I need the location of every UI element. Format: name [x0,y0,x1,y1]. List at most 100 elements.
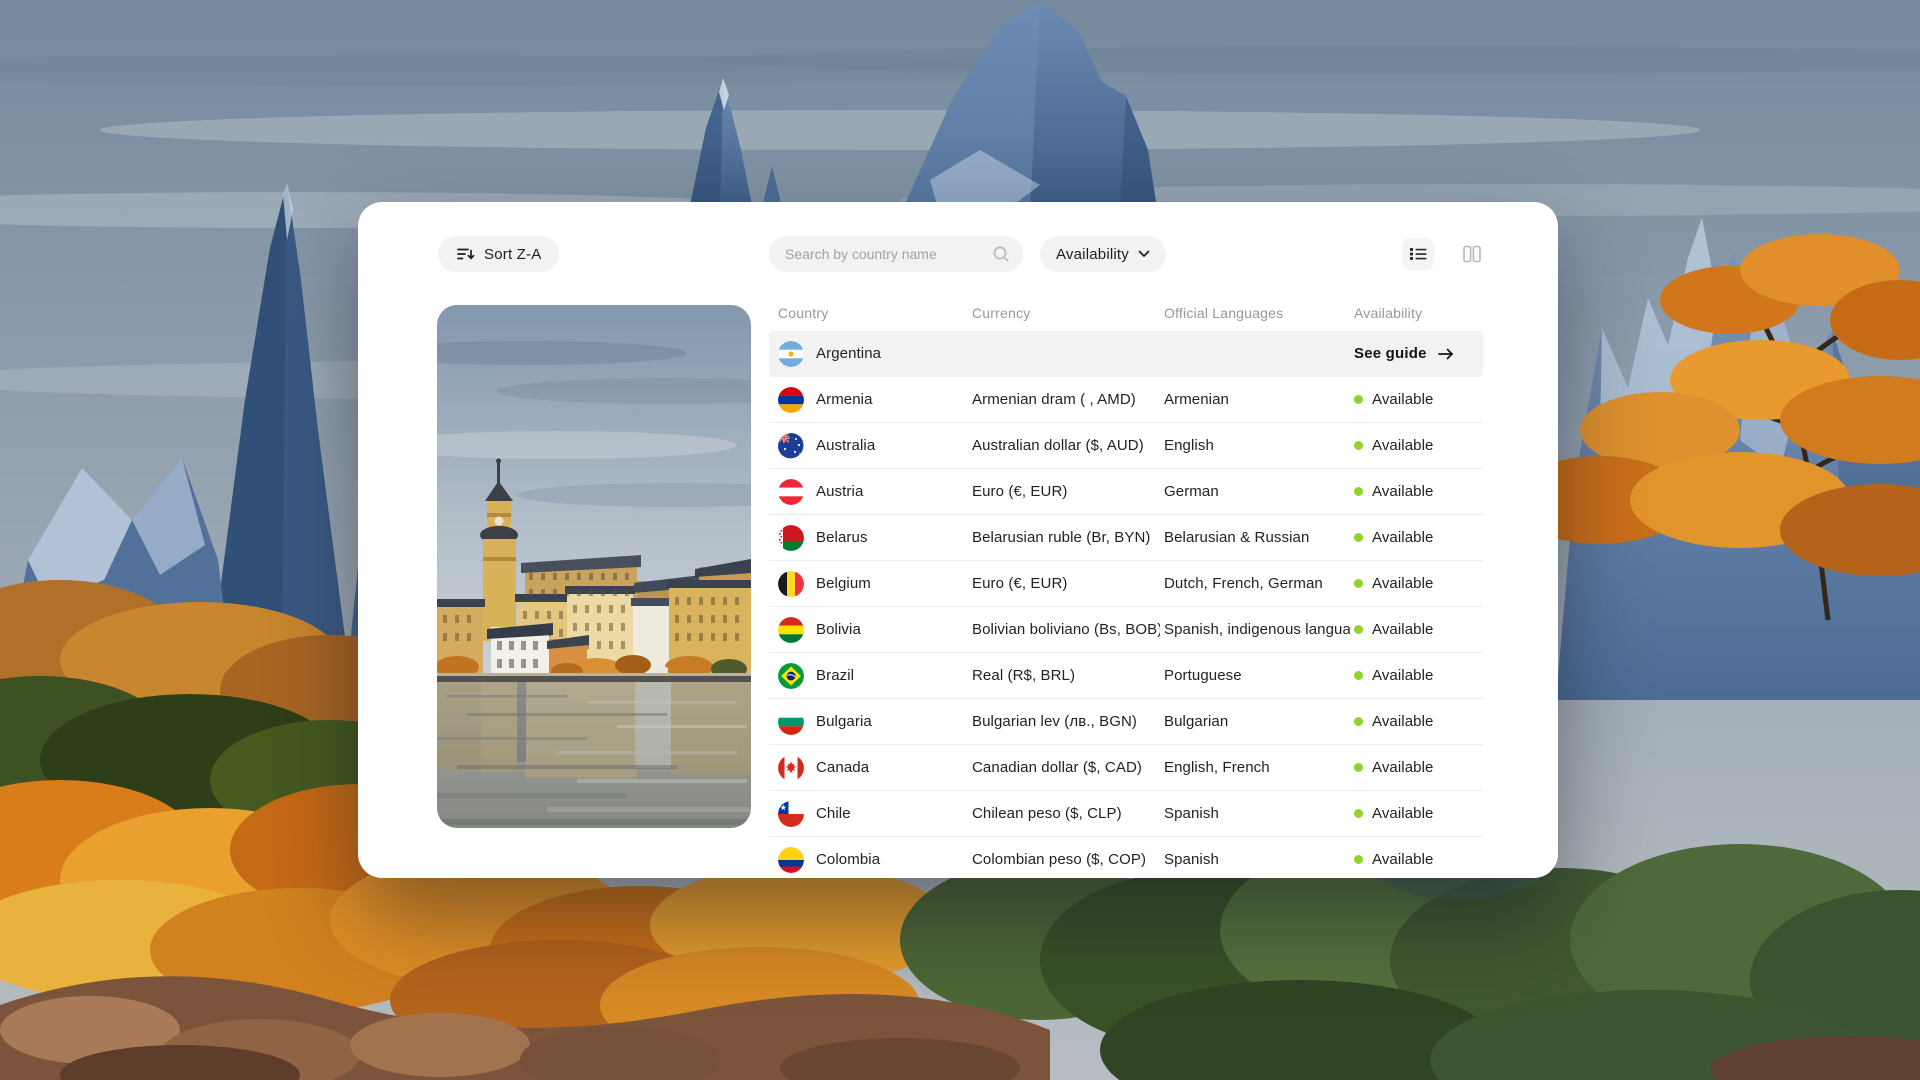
currency-cell: Real (R$, BRL) [972,667,1160,684]
flag-chile-icon [778,801,804,827]
country-name: Austria [816,483,863,500]
country-guide-card: Sort Z-A Availability [358,202,1558,878]
sort-button-label: Sort Z-A [484,246,541,263]
table-row-colombia[interactable]: ColombiaColombian peso ($, COP)SpanishAv… [769,837,1483,878]
availability-cell: Available [1354,759,1483,776]
columns-view-icon [1462,245,1482,263]
see-guide-link[interactable]: See guide [1354,345,1455,362]
status-dot-icon [1354,671,1363,680]
languages-cell: Bulgarian [1164,713,1350,730]
currency-cell: Chilean peso ($, CLP) [972,805,1160,822]
status-dot-icon [1354,533,1363,542]
languages-cell: Belarusian & Russian [1164,529,1350,546]
availability-cell: Available [1354,667,1483,684]
see-guide-label: See guide [1354,345,1427,362]
flag-bulgaria-icon [778,709,804,735]
country-cell: Belarus [778,525,968,551]
languages-cell: Dutch, French, German [1164,575,1350,592]
country-cell: Colombia [778,847,968,873]
availability-cell: Available [1354,529,1483,546]
country-name: Australia [816,437,875,454]
table-body: ArgentinaSee guideArmeniaArmenian dram (… [769,331,1483,878]
status-dot-icon [1354,487,1363,496]
status-label: Available [1372,851,1434,868]
flag-bolivia-icon [778,617,804,643]
languages-cell: Spanish, indigenous languages [1164,621,1350,638]
country-name: Armenia [816,391,873,408]
status-label: Available [1372,483,1434,500]
country-cell: Bulgaria [778,709,968,735]
flag-argentina-icon [778,341,804,367]
view-toggle [1402,238,1488,270]
table-row-chile[interactable]: ChileChilean peso ($, CLP)Spanish Availab… [769,791,1483,837]
status-dot-icon [1354,717,1363,726]
table-header: Country Currency Official Languages Avai… [769,305,1483,331]
status-label: Available [1372,759,1434,776]
languages-cell: English, French [1164,759,1350,776]
search-input[interactable] [785,246,982,262]
countries-table: Country Currency Official Languages Avai… [769,305,1483,878]
availability-cell: See guide [1354,345,1483,362]
arrow-right-icon [1437,346,1455,362]
languages-cell: German [1164,483,1350,500]
status-dot-icon [1354,441,1363,450]
country-cell: Armenia [778,387,968,413]
country-cell: Chile [778,801,968,827]
flag-canada-icon [778,755,804,781]
country-name: Canada [816,759,869,776]
availability-filter-label: Availability [1056,246,1129,263]
table-row-austria[interactable]: Austria Euro (€, EUR)German Available [769,469,1483,515]
availability-cell: Available [1354,805,1483,822]
flag-austria-icon [778,479,804,505]
status-dot-icon [1354,625,1363,634]
availability-cell: Available [1354,575,1483,592]
country-name: Belarus [816,529,868,546]
desktop: Sort Z-A Availability [0,0,1920,1080]
flag-armenia-icon [778,387,804,413]
country-name: Bulgaria [816,713,872,730]
currency-cell: Euro (€, EUR) [972,575,1160,592]
sort-button[interactable]: Sort Z-A [438,236,559,272]
table-row-belarus[interactable]: BelarusBelarusian ruble (Br, BYN)Belarus… [769,515,1483,561]
column-header-currency: Currency [972,305,1030,321]
table-row-argentina[interactable]: Argentina See guide [769,331,1483,377]
availability-cell: Available [1354,851,1483,868]
sort-descending-icon [456,245,475,263]
table-row-armenia[interactable]: ArmeniaArmenian dram ( , AMD)ArmenianAva… [769,377,1483,423]
currency-cell: Canadian dollar ($, CAD) [972,759,1160,776]
languages-cell: Spanish [1164,805,1350,822]
currency-cell: Euro (€, EUR) [972,483,1160,500]
availability-cell: Available [1354,621,1483,638]
country-name: Bolivia [816,621,861,638]
search-icon [991,244,1011,264]
table-row-bulgaria[interactable]: BulgariaBulgarian lev (лв., BGN)Bulgaria… [769,699,1483,745]
search-input-wrapper[interactable] [769,236,1023,272]
currency-cell: Bolivian boliviano (Bs, BOB) [972,621,1160,638]
column-header-languages: Official Languages [1164,305,1283,321]
status-label: Available [1372,621,1434,638]
table-row-canada[interactable]: Canada Canadian dollar ($, CAD)English, F… [769,745,1483,791]
status-dot-icon [1354,763,1363,772]
availability-filter-button[interactable]: Availability [1040,236,1166,272]
status-label: Available [1372,391,1434,408]
country-cell: Belgium [778,571,968,597]
table-row-bolivia[interactable]: Bolivia Bolivian boliviano (Bs, BOB)Spani… [769,607,1483,653]
languages-cell: Spanish [1164,851,1350,868]
table-row-brazil[interactable]: BrazilReal (R$, BRL)PortugueseAvailable [769,653,1483,699]
flag-belgium-icon [778,571,804,597]
flag-brazil-icon [778,663,804,689]
status-dot-icon [1354,855,1363,864]
list-view-button[interactable] [1402,238,1434,270]
country-cell: Argentina [778,341,968,367]
availability-cell: Available [1354,713,1483,730]
status-dot-icon [1354,395,1363,404]
languages-cell: Portuguese [1164,667,1350,684]
column-view-button[interactable] [1456,238,1488,270]
status-label: Available [1372,529,1434,546]
status-label: Available [1372,437,1434,454]
languages-cell: Armenian [1164,391,1350,408]
table-row-australia[interactable]: AustraliaAustralian dollar ($, AUD)Engli… [769,423,1483,469]
status-label: Available [1372,805,1434,822]
city-waterfront-photo [437,305,751,828]
table-row-belgium[interactable]: BelgiumEuro (€, EUR)Dutch, French, Germa… [769,561,1483,607]
